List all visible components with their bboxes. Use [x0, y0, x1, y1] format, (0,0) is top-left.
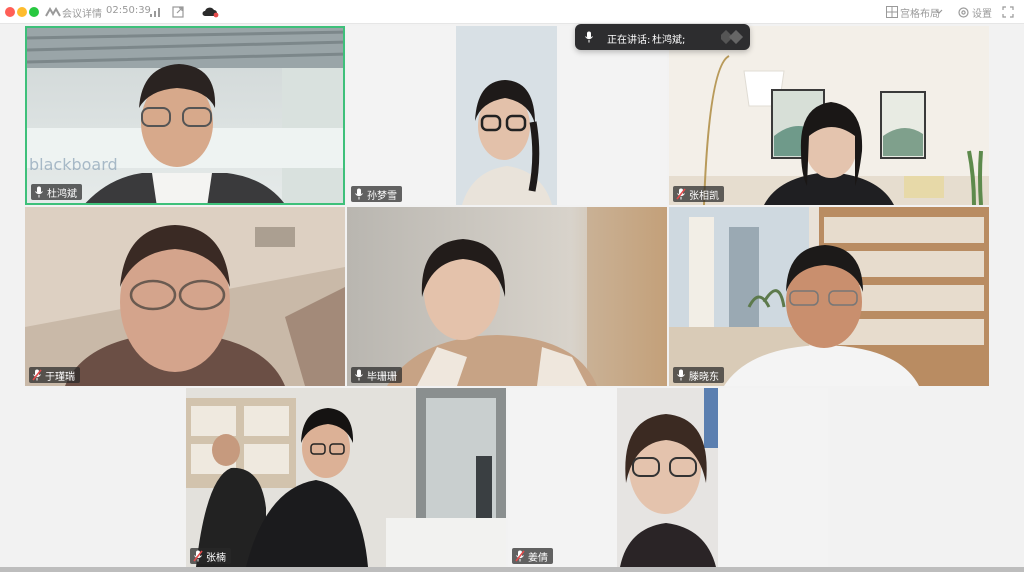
video-tile-teng-xiaodong[interactable]: 滕晓东 — [669, 207, 989, 386]
app-logo-icon — [44, 4, 62, 20]
microphone-muted-icon — [32, 369, 42, 381]
meeting-timer: 02:50:39 — [106, 5, 151, 16]
video-tile-zhang-xiangkai[interactable]: 张相凯 — [669, 26, 989, 205]
bottom-edge — [0, 567, 1024, 572]
minimize-window-button[interactable] — [17, 7, 27, 17]
name-tag: 毕珊珊 — [351, 367, 402, 383]
speaking-name: 杜鸿斌; — [652, 35, 686, 46]
video-tile-zhang-nan[interactable]: 张楠 — [186, 388, 506, 567]
participant-name: 毕珊珊 — [367, 371, 397, 383]
participant-name: 姜倩 — [528, 552, 548, 564]
name-tag: 张相凯 — [673, 186, 724, 202]
microphone-icon — [676, 369, 686, 381]
microphone-icon — [584, 31, 594, 43]
gear-icon[interactable] — [955, 4, 971, 20]
participant-name: 杜鸿斌 — [47, 188, 77, 200]
name-tag: 于瑾瑞 — [29, 367, 80, 383]
title-bar: 会议详情 02:50:39 宫格布局 设置 — [0, 0, 1024, 24]
participant-name: 张相凯 — [689, 190, 719, 202]
name-tag: 孙梦雪 — [351, 186, 402, 202]
video-tile-jiang-qian[interactable]: 姜倩 — [508, 388, 828, 567]
share-window-icon[interactable] — [170, 4, 186, 20]
video-tile-yu-jinrui[interactable]: 于瑾瑞 — [25, 207, 345, 386]
name-tag: 杜鸿斌 — [31, 184, 82, 200]
close-window-button[interactable] — [5, 7, 15, 17]
microphone-muted-icon — [676, 188, 686, 200]
microphone-icon — [354, 188, 364, 200]
wall-text: blackboard — [29, 155, 118, 174]
participant-name: 张楠 — [206, 552, 226, 564]
video-tile-sun-mengxue[interactable]: 孙梦雪 — [347, 26, 667, 205]
microphone-muted-icon — [193, 550, 203, 562]
meeting-info-link[interactable]: 会议详情 — [62, 5, 102, 20]
fullscreen-icon[interactable] — [1000, 4, 1016, 20]
microphone-icon — [354, 369, 364, 381]
video-tile-du-hongbin[interactable]: blackboard 杜鸿斌 — [25, 26, 345, 205]
speaking-indicator: 正在讲话: 杜鸿斌; — [575, 24, 750, 50]
microphone-muted-icon — [515, 550, 525, 562]
speaking-prefix: 正在讲话: — [607, 35, 651, 46]
participant-video — [347, 207, 667, 386]
participant-video: blackboard — [27, 28, 343, 203]
participant-video — [186, 388, 506, 567]
speaker-thumbnail — [718, 29, 745, 45]
participant-video — [669, 207, 989, 386]
name-tag: 滕晓东 — [673, 367, 724, 383]
cloud-recording-icon[interactable] — [200, 4, 220, 20]
participant-name: 孙梦雪 — [367, 190, 397, 202]
microphone-icon — [34, 186, 44, 198]
settings-button[interactable]: 设置 — [972, 5, 992, 20]
grid-layout-icon[interactable] — [884, 4, 900, 20]
participant-video — [617, 388, 718, 567]
participant-video — [456, 26, 557, 205]
chevron-down-icon[interactable] — [933, 4, 945, 20]
zoom-window-button[interactable] — [29, 7, 39, 17]
video-grid: blackboard 杜鸿斌 孙梦雪 张相凯 于瑾瑞 毕珊珊 滕晓东 张楠 姜倩 — [0, 24, 1024, 572]
signal-strength-icon[interactable] — [148, 4, 164, 20]
video-tile-bi-shanshan[interactable]: 毕珊珊 — [347, 207, 667, 386]
participant-video — [25, 207, 345, 386]
participant-name: 滕晓东 — [689, 371, 719, 383]
name-tag: 张楠 — [190, 548, 231, 564]
name-tag: 姜倩 — [512, 548, 553, 564]
participant-name: 于瑾瑞 — [45, 371, 75, 383]
participant-video — [669, 26, 989, 205]
